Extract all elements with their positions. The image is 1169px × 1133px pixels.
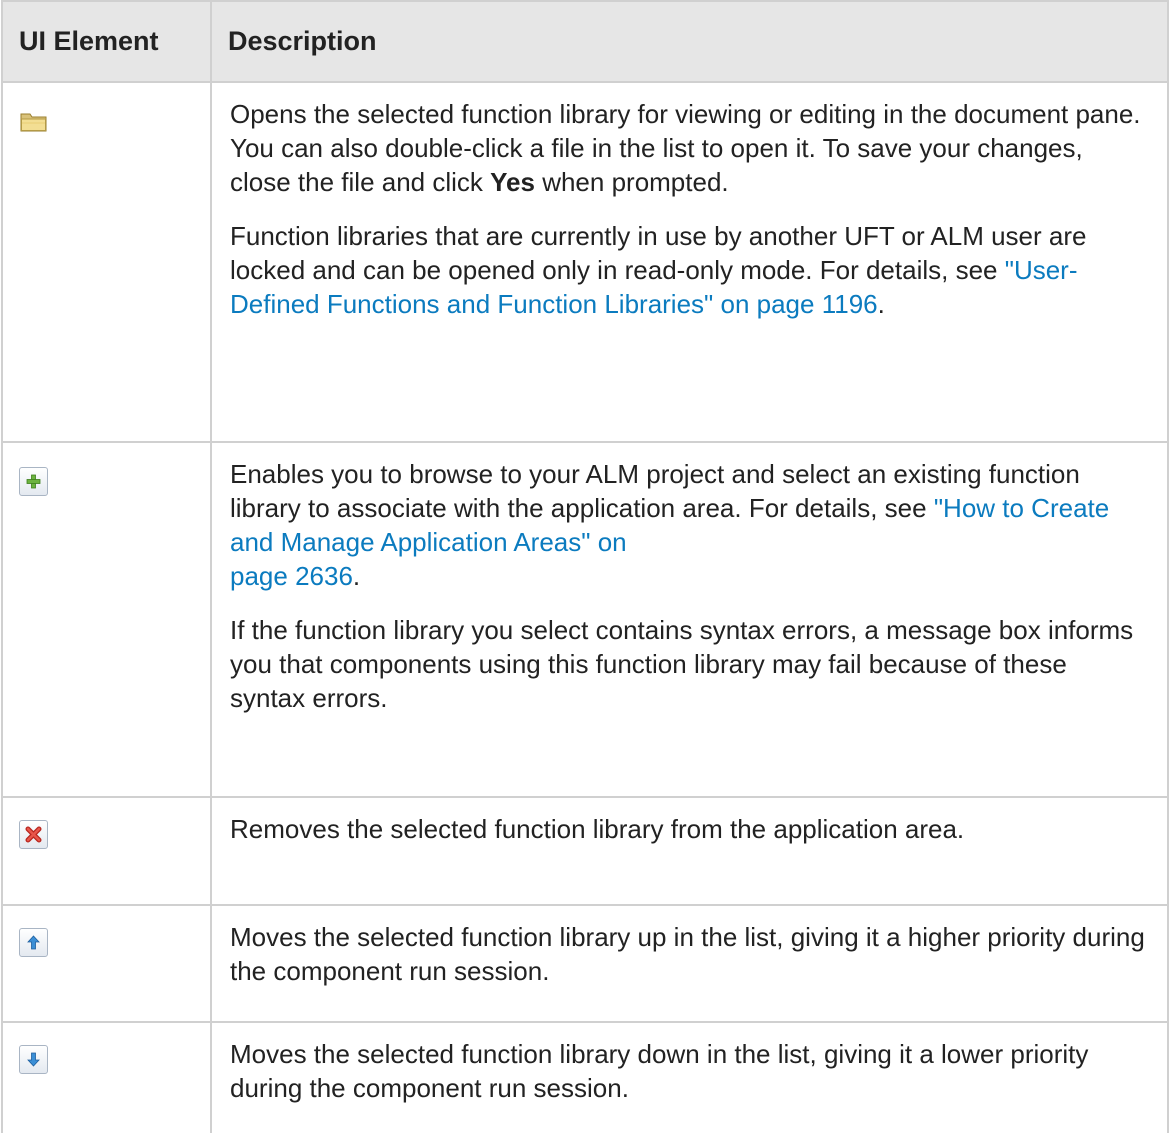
description-paragraph: Moves the selected function library down… (230, 1037, 1149, 1105)
description-paragraph: Removes the selected function library fr… (230, 812, 1149, 846)
description-text: Moves the selected function library up i… (230, 922, 1145, 986)
ui-element-cell (1, 796, 212, 906)
table-header-row: UI Element Description (1, 0, 1169, 83)
yes-bold-text: Yes (490, 167, 535, 197)
description-text: Moves the selected function library down… (230, 1039, 1089, 1103)
table-row: Moves the selected function library down… (1, 1021, 1169, 1133)
move-down-button (19, 1045, 48, 1074)
description-cell: Opens the selected function library for … (210, 81, 1169, 443)
description-paragraph: If the function library you select conta… (230, 613, 1149, 715)
table-row: Moves the selected function library up i… (1, 904, 1169, 1023)
remove-button (19, 820, 48, 849)
description-text: . (877, 289, 885, 319)
ui-element-cell (1, 904, 212, 1023)
application-areas-page-link[interactable]: page 2636 (230, 561, 353, 591)
add-button (19, 467, 48, 496)
move-up-icon (27, 935, 40, 950)
description-paragraph: Function libraries that are currently in… (230, 219, 1149, 321)
description-cell: Moves the selected function library down… (210, 1021, 1169, 1133)
header-ui-element: UI Element (1, 0, 212, 83)
table-row: Opens the selected function library for … (1, 81, 1169, 443)
header-description: Description (210, 0, 1169, 83)
description-paragraph: Enables you to browse to your ALM projec… (230, 457, 1149, 593)
description-text: If the function library you select conta… (230, 615, 1134, 713)
add-icon (26, 474, 41, 489)
table-row: Removes the selected function library fr… (1, 796, 1169, 906)
ui-elements-table: UI Element Description Opens the selecte… (1, 0, 1169, 1133)
description-paragraph: Opens the selected function library for … (230, 97, 1149, 199)
ui-element-cell (1, 81, 212, 443)
description-text: . (352, 561, 361, 591)
description-cell: Moves the selected function library up i… (210, 904, 1169, 1023)
description-cell: Enables you to browse to your ALM projec… (210, 441, 1169, 798)
ui-element-cell (1, 441, 212, 798)
description-paragraph: Moves the selected function library up i… (230, 920, 1149, 988)
description-text: when prompted. (534, 167, 729, 197)
remove-icon (25, 826, 42, 843)
move-down-icon (27, 1052, 40, 1067)
open-folder-icon (19, 109, 49, 135)
description-text: Removes the selected function library fr… (230, 814, 965, 844)
ui-element-cell (1, 1021, 212, 1133)
move-up-button (19, 928, 48, 957)
description-text: Function libraries that are currently in… (230, 221, 1087, 285)
description-cell: Removes the selected function library fr… (210, 796, 1169, 906)
table-row: Enables you to browse to your ALM projec… (1, 441, 1169, 798)
